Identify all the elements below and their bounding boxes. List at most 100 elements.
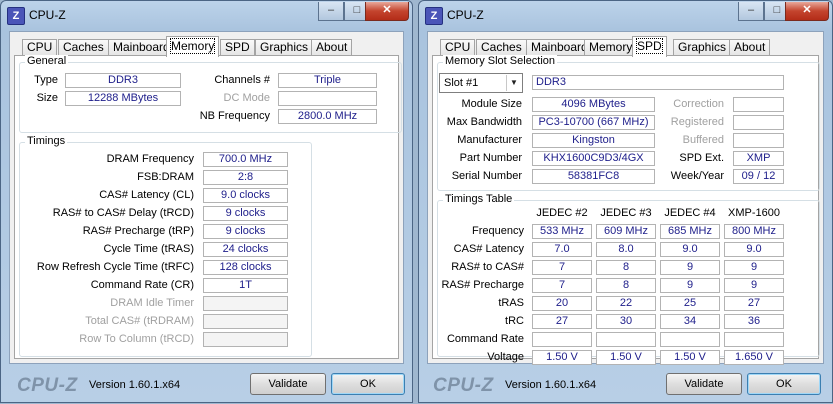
timings-cell: 533 MHz xyxy=(532,224,592,239)
timings-row-label: CAS# Latency xyxy=(453,243,524,255)
memory-slot-group: Memory Slot Selection Slot #1 ▼ DDR3 Mod… xyxy=(437,55,820,191)
validate-button[interactable]: Validate xyxy=(666,373,742,395)
client-area: CPU Caches Mainboard Memory SPD Graphics… xyxy=(427,31,824,365)
timings-row-label: tRAS xyxy=(498,297,524,309)
cas-latency-value: 9.0 clocks xyxy=(203,188,288,203)
validate-button[interactable]: Validate xyxy=(250,373,326,395)
timings-table-group: Timings Table JEDEC #2 JEDEC #3 JEDEC #4 XM… xyxy=(437,193,820,365)
tab-cpu[interactable]: CPU xyxy=(440,39,476,56)
type-label: Type xyxy=(34,74,58,86)
timings-group: Timings DRAM Frequency 700.0 MHz FSB:DRA… xyxy=(19,135,312,357)
timings-col-header: JEDEC #3 xyxy=(600,207,652,219)
module-size-label: Module Size xyxy=(461,98,522,110)
timings-group-label: Timings xyxy=(25,135,68,148)
footer-bar: CPU-Z Version 1.60.1.x64 Validate OK xyxy=(419,367,832,404)
timings-col-header: JEDEC #2 xyxy=(536,207,588,219)
timings-cell: 9.0 xyxy=(660,242,720,257)
version-label: Version 1.60.1.x64 xyxy=(505,379,597,391)
timings-cell: 7 xyxy=(532,260,592,275)
cpuz-app-icon[interactable]: Z xyxy=(425,7,443,25)
timings-table-group-label: Timings Table xyxy=(443,193,515,206)
cpuz-app-icon[interactable]: Z xyxy=(7,7,25,25)
minimize-button[interactable]: – xyxy=(318,2,344,21)
timings-cell: 9.0 xyxy=(724,242,784,257)
total-cas-value xyxy=(203,314,288,329)
timings-cell: 1.50 V xyxy=(596,350,656,365)
dc-mode-label: DC Mode xyxy=(223,92,270,104)
timings-cell: 1.650 V xyxy=(724,350,784,365)
memory-page: General Type DDR3 Size 12288 MBytes Chan… xyxy=(14,55,402,359)
client-area: CPU Caches Mainboard Memory SPD Graphics… xyxy=(9,31,404,364)
tab-cpu[interactable]: CPU xyxy=(22,39,58,56)
tab-about[interactable]: About xyxy=(311,39,353,56)
timings-cell: 27 xyxy=(724,296,784,311)
close-button[interactable]: ✕ xyxy=(785,2,829,21)
cpuz-logo: CPU-Z xyxy=(433,375,494,396)
dram-idle-timer-label: DRAM Idle Timer xyxy=(110,297,194,309)
timings-cell: 609 MHz xyxy=(596,224,656,239)
title-bar[interactable]: Z CPU-Z – □ ✕ xyxy=(1,1,412,31)
timings-cell xyxy=(724,332,784,347)
correction-label: Correction xyxy=(673,98,724,110)
tab-about[interactable]: About xyxy=(729,39,771,56)
tab-graphics[interactable]: Graphics xyxy=(673,39,732,56)
ok-button[interactable]: OK xyxy=(331,373,405,395)
size-value: 12288 MBytes xyxy=(65,91,181,106)
window-title: CPU-Z xyxy=(447,8,484,22)
timings-cell: 7 xyxy=(532,278,592,293)
timings-row-label: Frequency xyxy=(472,225,524,237)
correction-value xyxy=(733,97,784,112)
timings-cell: 25 xyxy=(660,296,720,311)
max-bandwidth-value: PC3-10700 (667 MHz) xyxy=(532,115,655,130)
serial-number-value: 58381FC8 xyxy=(532,169,655,184)
tab-spd[interactable]: SPD xyxy=(632,36,667,57)
timings-row-label: RAS# Precharge xyxy=(441,279,524,291)
minimize-button[interactable]: – xyxy=(738,2,764,21)
version-label: Version 1.60.1.x64 xyxy=(89,379,181,391)
tab-mainboard[interactable]: Mainboard xyxy=(526,39,593,56)
timings-cell: 1.50 V xyxy=(532,350,592,365)
tab-strip: CPU Caches Mainboard Memory SPD Graphics… xyxy=(16,36,397,57)
command-rate-value: 1T xyxy=(203,278,288,293)
tab-memory[interactable]: Memory xyxy=(584,39,638,56)
timings-cell: 20 xyxy=(532,296,592,311)
timings-cell: 9 xyxy=(660,278,720,293)
cpuz-window-spd: Z CPU-Z – □ ✕ CPU Caches Mainboard Memor… xyxy=(418,0,833,403)
fsb-dram-value: 2:8 xyxy=(203,170,288,185)
tab-graphics[interactable]: Graphics xyxy=(255,39,314,56)
dc-mode-value xyxy=(278,91,377,106)
ras-to-cas-label: RAS# to CAS# Delay (tRCD) xyxy=(52,207,194,219)
tab-memory[interactable]: Memory xyxy=(166,36,220,57)
chevron-down-icon[interactable]: ▼ xyxy=(506,75,521,91)
tab-caches[interactable]: Caches xyxy=(476,39,527,56)
serial-number-label: Serial Number xyxy=(451,170,522,182)
part-number-value: KHX1600C9D3/4GX xyxy=(532,151,655,166)
nb-frequency-label: NB Frequency xyxy=(199,110,270,122)
title-bar[interactable]: Z CPU-Z – □ ✕ xyxy=(419,1,832,31)
window-title: CPU-Z xyxy=(29,8,66,22)
timings-cell xyxy=(660,332,720,347)
total-cas-label: Total CAS# (tRDRAM) xyxy=(85,315,194,327)
nb-frequency-value: 2800.0 MHz xyxy=(278,109,377,124)
buffered-label: Buffered xyxy=(682,134,724,146)
week-year-label: Week/Year xyxy=(670,170,724,182)
timings-cell: 8.0 xyxy=(596,242,656,257)
timings-cell: 800 MHz xyxy=(724,224,784,239)
max-bandwidth-label: Max Bandwidth xyxy=(446,116,522,128)
timings-col-header: XMP-1600 xyxy=(728,207,780,219)
timings-cell: 8 xyxy=(596,278,656,293)
row-to-column-value xyxy=(203,332,288,347)
close-button[interactable]: ✕ xyxy=(365,2,409,21)
tab-caches[interactable]: Caches xyxy=(58,39,109,56)
ok-button[interactable]: OK xyxy=(747,373,821,395)
slot-select[interactable]: Slot #1 ▼ xyxy=(439,73,523,93)
timings-cell: 27 xyxy=(532,314,592,329)
row-refresh-value: 128 clocks xyxy=(203,260,288,275)
cycle-time-label: Cycle Time (tRAS) xyxy=(103,243,194,255)
cpuz-logo: CPU-Z xyxy=(17,375,78,396)
part-number-label: Part Number xyxy=(459,152,522,164)
tab-mainboard[interactable]: Mainboard xyxy=(108,39,175,56)
size-label: Size xyxy=(36,92,58,104)
tab-spd[interactable]: SPD xyxy=(220,39,255,56)
module-size-value: 4096 MBytes xyxy=(532,97,655,112)
